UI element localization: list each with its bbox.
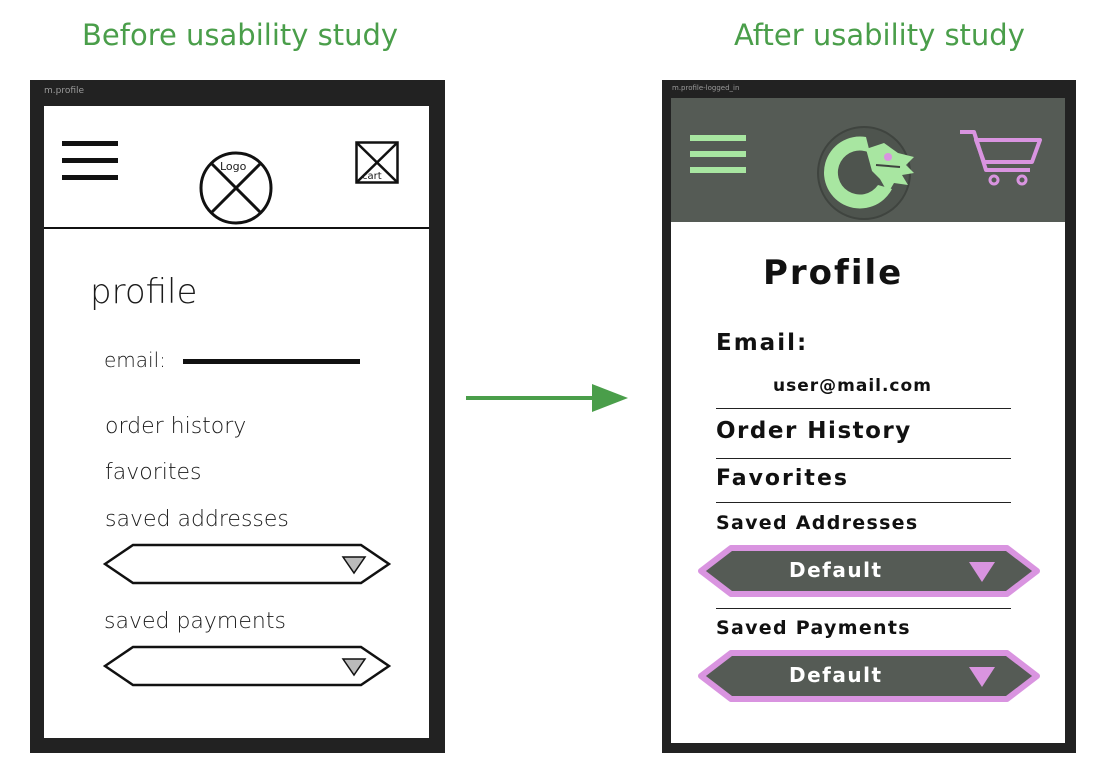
before-payment-dropdown[interactable]	[102, 645, 392, 687]
before-frame-label: m.profile	[44, 86, 85, 96]
logo-placeholder-text: Logo	[220, 160, 247, 173]
before-page-title: profile	[90, 272, 198, 312]
before-saved-payments-label: saved payments	[104, 609, 286, 634]
before-address-dropdown[interactable]	[102, 543, 392, 585]
after-saved-addresses-label: Saved Addresses	[716, 512, 919, 534]
after-page-title: Profile	[763, 253, 904, 293]
before-order-history-link[interactable]: order history	[105, 414, 246, 439]
after-payment-dropdown[interactable]: Default	[697, 649, 1041, 703]
after-order-history-link[interactable]: Order History	[716, 418, 912, 444]
after-saved-payments-label: Saved Payments	[716, 617, 911, 639]
right-arrow-icon	[466, 382, 630, 414]
divider	[716, 458, 1011, 459]
after-frame-label: m.profile-logged_in	[672, 84, 740, 92]
hamburger-menu-icon[interactable]	[62, 141, 118, 183]
cart-icon[interactable]	[958, 128, 1042, 186]
after-email-value: user@mail.com	[773, 376, 932, 396]
before-saved-addresses-label: saved addresses	[105, 507, 289, 532]
after-payment-dropdown-value: Default	[789, 663, 883, 687]
after-favorites-link[interactable]: Favorites	[716, 466, 849, 491]
cart-placeholder-text: cart	[362, 171, 382, 182]
divider	[716, 608, 1011, 609]
before-email-label: email:	[104, 348, 166, 372]
after-address-dropdown-value: Default	[789, 558, 883, 582]
divider	[716, 408, 1011, 409]
after-email-label: Email:	[716, 330, 809, 356]
after-heading: After usability study	[734, 18, 1025, 52]
before-header-divider	[44, 227, 429, 229]
after-address-dropdown[interactable]: Default	[697, 544, 1041, 598]
before-email-field[interactable]	[183, 359, 360, 364]
hamburger-menu-icon[interactable]	[690, 135, 746, 175]
before-favorites-link[interactable]: favorites	[105, 460, 202, 485]
divider	[716, 502, 1011, 503]
brand-logo-icon[interactable]	[814, 123, 918, 223]
before-heading: Before usability study	[82, 18, 399, 52]
